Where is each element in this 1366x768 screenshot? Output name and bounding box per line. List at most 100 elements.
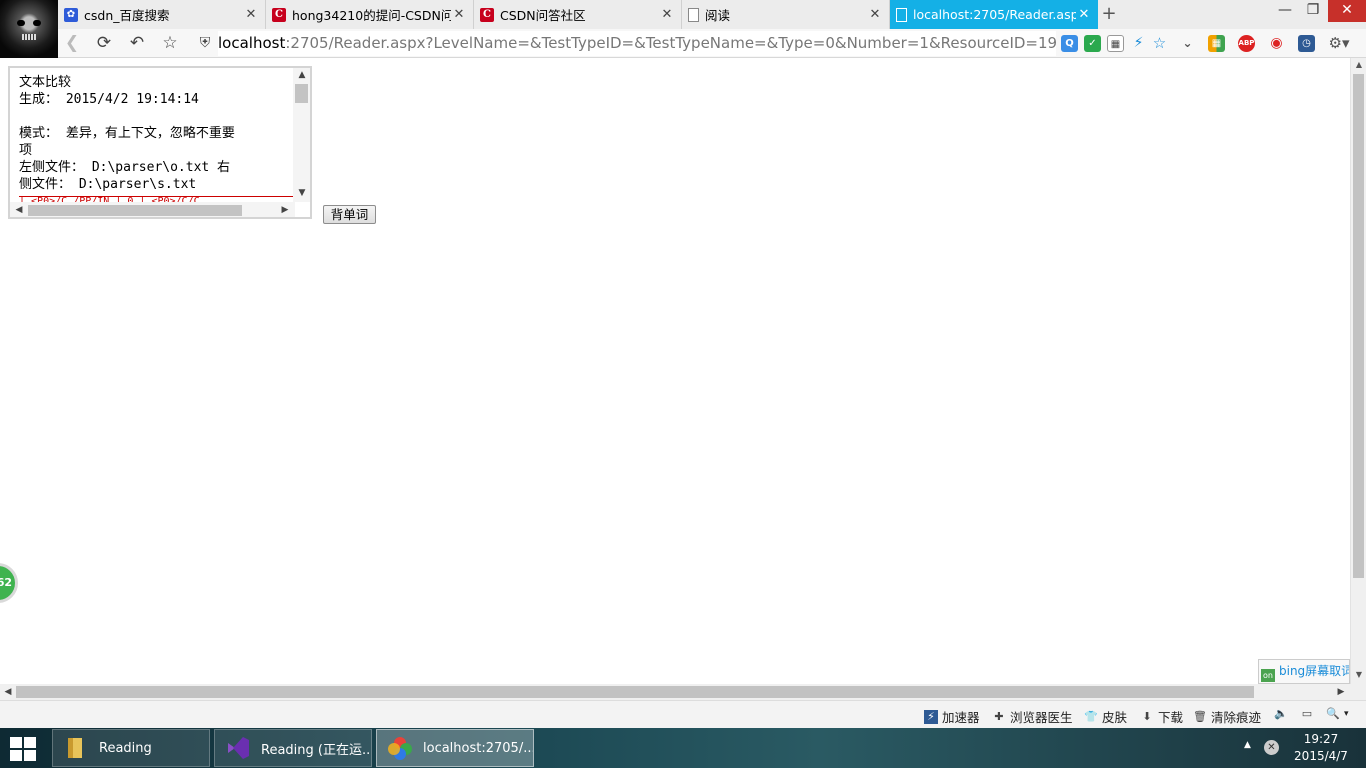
folder-icon (68, 738, 82, 758)
statusbar-download[interactable]: ⬇ 下载 (1140, 707, 1183, 726)
diff-horizontal-scrollbar[interactable]: ◀ ▶ (10, 202, 295, 217)
shield-check-icon[interactable]: ✓ (1084, 35, 1101, 52)
lightning-icon[interactable]: ⚡ (1130, 35, 1147, 52)
diff-line: 侧文件： D:\parser\s.txt (19, 177, 197, 192)
trash-icon: 🗑 (1193, 709, 1207, 723)
bing-on-toggle[interactable]: on (1261, 669, 1275, 682)
tab-csdn-question[interactable]: C hong34210的提问-CSDN问答 ✕ (266, 0, 474, 29)
taskbar-label: localhost:2705/... (423, 740, 534, 756)
baidu-icon: ✿ (64, 7, 78, 22)
address-path: :2705/Reader.aspx?LevelName=&TestTypeID=… (285, 34, 1056, 52)
scroll-thumb[interactable] (1353, 74, 1364, 578)
taskbar-clock[interactable]: 19:27 2015/4/7 (1292, 731, 1350, 765)
bing-widget-label: bing屏幕取词 (1279, 664, 1350, 678)
tab-localhost-reader[interactable]: localhost:2705/Reader.aspx ✕ (890, 0, 1098, 29)
close-icon[interactable]: ✕ (659, 7, 675, 22)
visual-studio-icon (228, 737, 249, 759)
diff-line: 项 (19, 143, 33, 158)
recite-words-button[interactable]: 背单词 (323, 205, 376, 224)
statusbar-label: 浏览器医生 (1010, 710, 1073, 725)
statusbar-clear-traces[interactable]: 🗑 清除痕迹 (1193, 707, 1261, 726)
address-bar[interactable]: localhost:2705/Reader.aspx?LevelName=&Te… (218, 31, 1056, 56)
tab-title: hong34210的提问-CSDN问答 (292, 8, 451, 23)
scroll-up-arrow-icon[interactable]: ▲ (295, 68, 309, 82)
navigation-toolbar: ❮ ⟳ ↶ ☆ ⛨ localhost:2705/Reader.aspx?Lev… (0, 29, 1366, 58)
tab-title: 阅读 (705, 8, 731, 23)
floating-speed-badge[interactable]: 62 (0, 563, 18, 603)
scroll-thumb[interactable] (28, 205, 242, 216)
user-avatar[interactable] (0, 0, 58, 58)
taskbar-button-folder[interactable]: Reading (52, 729, 210, 767)
diff-vertical-scrollbar[interactable]: ▲ ▼ (293, 68, 310, 202)
qrcode-icon[interactable]: ▦ (1107, 35, 1124, 52)
restore-button[interactable]: ❐ (1298, 0, 1328, 22)
scroll-right-arrow-icon[interactable]: ▶ (278, 203, 292, 217)
security-shield-icon[interactable]: ⛨ (193, 32, 217, 56)
windows-taskbar: Reading Reading (正在运... localhost:2705/.… (0, 728, 1366, 768)
page-icon (896, 7, 907, 22)
diff-line: 模式： 差异，有上下文，忽略不重要 (19, 126, 235, 141)
favorite-star-icon[interactable]: ☆ (158, 32, 182, 56)
undo-icon[interactable]: ↶ (125, 32, 149, 56)
new-tab-button[interactable]: + (1098, 4, 1120, 26)
skin-icon: 👕 (1084, 709, 1098, 723)
clock-icon[interactable]: ◷ (1298, 35, 1315, 52)
statusbar-label: 下载 (1158, 710, 1184, 725)
statusbar-browser-doctor[interactable]: ✚ 浏览器医生 (992, 707, 1073, 726)
scroll-down-arrow-icon[interactable]: ▼ (1351, 668, 1366, 682)
page-vertical-scrollbar[interactable]: ▲ ▼ (1350, 58, 1366, 684)
chevron-down-icon[interactable]: ⌄ (1179, 35, 1196, 52)
browser-status-bar: ⚡ 加速器 ✚ 浏览器医生 👕 皮肤 ⬇ 下载 🗑 清除痕迹 🔈 ▭ 🔍 ▾ (0, 700, 1366, 728)
statusbar-label: 皮肤 (1102, 710, 1128, 725)
diff-report-text: 文本比较 生成： 2015/4/2 19:14:14 模式： 差异，有上下文，忽… (19, 74, 289, 193)
page-horizontal-scrollbar[interactable]: ◀ ▶ (0, 684, 1366, 700)
taskbar-button-visual-studio[interactable]: Reading (正在运... (214, 729, 372, 767)
statusbar-accelerator[interactable]: ⚡ 加速器 (924, 707, 980, 726)
diff-report-frame[interactable]: 文本比较 生成： 2015/4/2 19:14:14 模式： 差异，有上下文，忽… (8, 66, 312, 219)
refresh-icon[interactable]: ⟳ (92, 32, 116, 56)
search-engine-icon[interactable]: Q (1061, 35, 1078, 52)
statusbar-skin[interactable]: 👕 皮肤 (1084, 707, 1127, 726)
close-icon[interactable]: ✕ (243, 7, 259, 22)
back-icon[interactable]: ❮ (60, 32, 84, 56)
close-icon[interactable]: ✕ (867, 7, 883, 22)
statusbar-label: 加速器 (942, 710, 980, 725)
adblock-icon[interactable]: ABP (1238, 35, 1255, 52)
statusbar-label: 清除痕迹 (1211, 710, 1262, 725)
scroll-down-arrow-icon[interactable]: ▼ (295, 186, 309, 200)
scroll-thumb[interactable] (16, 686, 1254, 698)
diff-line: 文本比较 (19, 75, 72, 90)
scroll-left-arrow-icon[interactable]: ◀ (1, 685, 15, 699)
tab-csdn-community[interactable]: C CSDN问答社区 ✕ (474, 0, 682, 29)
diff-line (19, 108, 289, 125)
avatar-eye (17, 20, 25, 26)
tab-title: localhost:2705/Reader.aspx (913, 7, 1076, 22)
bing-dictionary-widget[interactable]: on bing屏幕取词 (1258, 659, 1350, 684)
scroll-left-arrow-icon[interactable]: ◀ (12, 203, 26, 217)
zoom-search-icon[interactable]: 🔍 ▾ (1326, 707, 1348, 721)
tray-expand-icon[interactable]: ▲ (1244, 740, 1251, 750)
tab-baidu-search[interactable]: ✿ csdn_百度搜索 ✕ (58, 0, 266, 29)
windows-start-icon[interactable] (10, 737, 38, 761)
csdn-icon: C (272, 7, 286, 22)
bookmark-star-icon[interactable]: ☆ (1151, 35, 1168, 52)
close-icon[interactable]: ✕ (1076, 7, 1092, 22)
csdn-icon: C (480, 7, 494, 22)
taskbar-button-browser[interactable]: localhost:2705/... (376, 729, 534, 767)
weibo-icon[interactable]: ◉ (1268, 35, 1285, 52)
page-content: 文本比较 生成： 2015/4/2 19:14:14 模式： 差异，有上下文，忽… (0, 58, 1366, 684)
volume-icon[interactable]: 🔈 (1274, 707, 1292, 721)
apps-grid-icon[interactable]: ▦ (1208, 35, 1225, 52)
taskbar-label: Reading (99, 740, 152, 756)
minimize-button[interactable]: — (1270, 0, 1300, 22)
settings-gear-icon[interactable]: ⚙▾ (1326, 35, 1352, 52)
tab-reading[interactable]: 阅读 ✕ (682, 0, 890, 29)
close-window-button[interactable]: ✕ (1328, 0, 1366, 22)
window-icon[interactable]: ▭ (1300, 707, 1318, 721)
scroll-thumb[interactable] (295, 84, 308, 103)
scroll-up-arrow-icon[interactable]: ▲ (1351, 58, 1366, 72)
close-icon[interactable]: ✕ (451, 7, 467, 22)
address-host: localhost (218, 34, 286, 52)
scroll-right-arrow-icon[interactable]: ▶ (1334, 685, 1348, 699)
tray-status-icon[interactable]: ✕ (1264, 740, 1279, 755)
